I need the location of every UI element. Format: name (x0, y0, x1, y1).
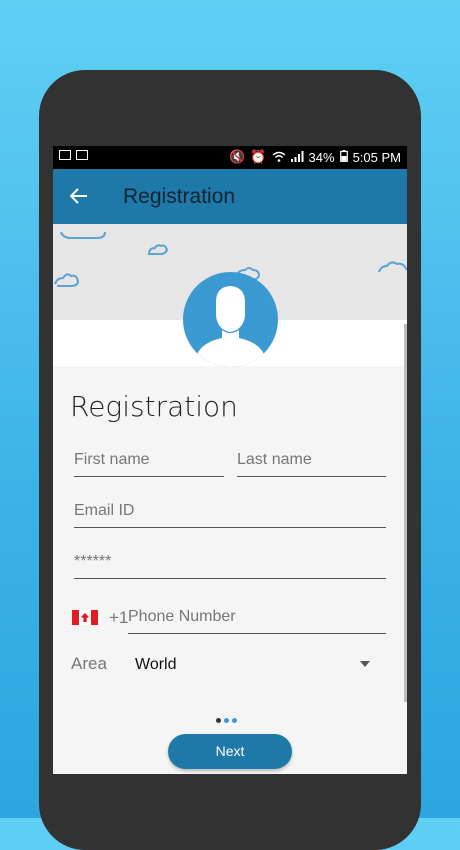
app-bar: Registration (53, 169, 407, 224)
clock-time: 5:05 PM (352, 149, 401, 165)
status-bar: 🔇 ⏰ 34% 5:05 PM (53, 146, 407, 169)
dropdown-arrow-icon[interactable] (360, 661, 370, 667)
phone-screen: 🔇 ⏰ 34% 5:05 PM Registration Registratio… (53, 146, 407, 774)
back-button[interactable] (53, 184, 105, 210)
phone-field[interactable] (128, 603, 386, 634)
canada-flag-icon[interactable] (72, 610, 98, 625)
phone-country-code: +1 (109, 608, 129, 627)
first-name-field[interactable] (74, 446, 224, 477)
page-indicator (216, 718, 237, 723)
first-name-input[interactable] (74, 446, 224, 474)
email-field[interactable] (74, 497, 386, 528)
password-input[interactable] (74, 548, 386, 576)
mute-icon: 🔇 (229, 149, 246, 164)
scrollbar[interactable] (404, 324, 407, 702)
last-name-input[interactable] (237, 446, 386, 474)
next-button[interactable]: Next (168, 734, 292, 769)
arrow-left-icon (69, 187, 87, 204)
profile-avatar[interactable] (183, 272, 278, 367)
page-dot (232, 718, 237, 723)
area-label: Area (71, 654, 107, 673)
wifi-icon (272, 150, 286, 165)
gallery-notification-icon (59, 150, 71, 160)
last-name-field[interactable] (237, 446, 386, 477)
area-select[interactable]: World (135, 656, 177, 674)
phone-input[interactable] (128, 603, 386, 631)
page-title: Registration (123, 184, 236, 208)
user-silhouette-icon (197, 286, 264, 367)
signal-icon (290, 150, 304, 165)
form-heading: Registration (70, 390, 238, 423)
mail-notification-icon (76, 150, 88, 160)
alarm-icon: ⏰ (250, 149, 267, 164)
password-field[interactable] (74, 548, 386, 579)
page-dot (224, 718, 229, 723)
battery-icon (339, 149, 348, 165)
battery-percent: 34% (308, 149, 335, 165)
page-dot (216, 718, 221, 723)
email-input[interactable] (74, 497, 386, 525)
